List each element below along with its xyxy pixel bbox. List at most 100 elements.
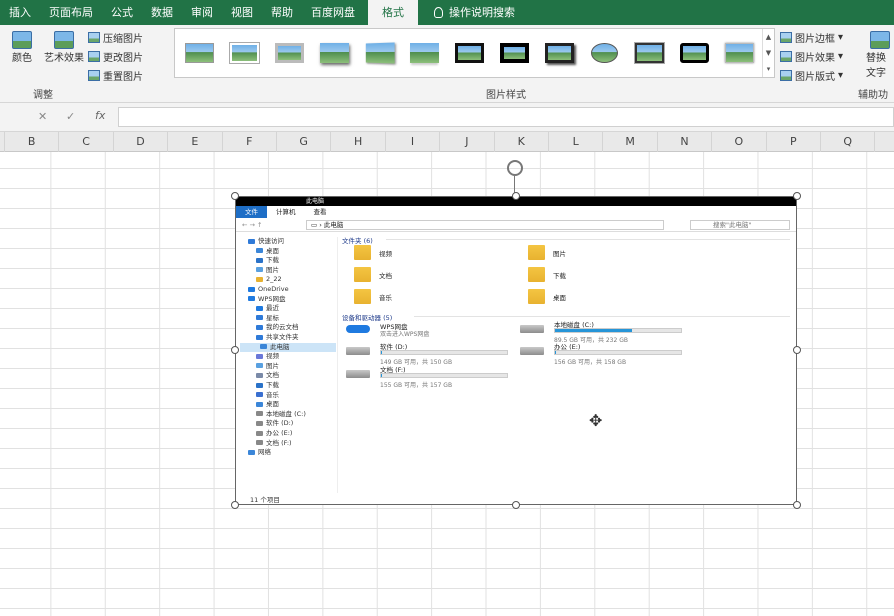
column-header-L[interactable]: L	[549, 132, 604, 152]
column-header-R[interactable]: R	[875, 132, 894, 152]
folder-item: 音乐	[354, 289, 392, 304]
nav-label: 图片	[266, 361, 279, 370]
drive-usage-fill	[555, 329, 632, 332]
column-header-B[interactable]: B	[5, 132, 60, 152]
picture-style-4[interactable]	[316, 40, 353, 67]
nav-item: 最近	[256, 304, 279, 313]
gallery-scroll[interactable]: ▲ ▼ ▾	[762, 29, 774, 77]
nav-label: 软件 (D:)	[266, 419, 294, 428]
picture-style-6[interactable]	[406, 40, 443, 67]
resize-handle[interactable]	[231, 192, 239, 200]
picture-style-8[interactable]	[496, 40, 533, 67]
column-header-O[interactable]: O	[712, 132, 767, 152]
folder-label: 下载	[553, 271, 566, 280]
alt-text-button[interactable]: 替换文字	[866, 31, 894, 79]
ribbon-tab-1[interactable]: 页面布局	[40, 0, 102, 25]
picture-style-2[interactable]	[226, 40, 263, 67]
enter-icon[interactable]: ✓	[66, 110, 75, 123]
scroll-down-icon[interactable]: ▼	[766, 49, 771, 57]
ribbon-tab-9[interactable]: 操作说明搜索	[422, 0, 524, 25]
picture-style-3[interactable]	[271, 40, 308, 67]
hard-drive-icon	[520, 347, 544, 355]
function-icon[interactable]: fx	[95, 109, 105, 122]
cloud-drive-icon	[346, 325, 370, 333]
resize-handle[interactable]	[231, 346, 239, 354]
nav-label: 快速访问	[258, 237, 284, 245]
column-header-J[interactable]: J	[440, 132, 495, 152]
resize-handle[interactable]	[793, 346, 801, 354]
column-header-G[interactable]: G	[277, 132, 332, 152]
tab-label: 帮助	[271, 6, 293, 19]
picture-style-11[interactable]	[631, 40, 668, 67]
artistic-effects-icon	[54, 31, 74, 49]
nav-label: 办公 (E:)	[266, 429, 293, 437]
cloud-icon	[248, 296, 255, 302]
column-header-K[interactable]: K	[495, 132, 549, 152]
picture-style-9[interactable]	[541, 40, 578, 67]
compress-pictures-button[interactable]: 压缩图片	[88, 30, 143, 45]
picture-style-5[interactable]	[361, 40, 398, 67]
cancel-icon[interactable]: ✕	[38, 110, 47, 123]
resize-handle[interactable]	[793, 501, 801, 509]
nav-label: OneDrive	[258, 285, 289, 293]
nav-item: 下载	[256, 256, 279, 265]
nav-label: 视频	[266, 352, 279, 361]
change-picture-button[interactable]: 更改图片	[88, 49, 143, 64]
column-header-N[interactable]: N	[658, 132, 713, 152]
ribbon-tab-7[interactable]: 百度网盘	[302, 0, 364, 25]
tab-label: 审阅	[191, 6, 213, 19]
folder-label: 文档	[379, 271, 392, 280]
ribbon-tab-0[interactable]: 插入	[0, 0, 40, 25]
picture-styles-gallery[interactable]: ▲ ▼ ▾	[174, 28, 775, 78]
resize-handle[interactable]	[793, 192, 801, 200]
drive-sub: 双击进入WPS网盘	[380, 331, 430, 338]
picture-layout-button[interactable]: 图片版式 ▾	[780, 68, 843, 83]
resize-handle[interactable]	[512, 501, 520, 509]
nav-item: 图片	[256, 362, 279, 371]
picture-style-1[interactable]	[181, 40, 218, 67]
nav-label: 下载	[266, 256, 279, 265]
ribbon-tab-3[interactable]: 数据	[142, 0, 182, 25]
column-header-C[interactable]: C	[59, 132, 114, 152]
explorer-status: 11 个项目	[250, 496, 280, 504]
nav-item: 网络	[248, 448, 271, 457]
formula-input[interactable]	[118, 107, 894, 127]
column-header-H[interactable]: H	[331, 132, 386, 152]
picture-style-10[interactable]	[586, 40, 623, 67]
picture-border-button[interactable]: 图片边框 ▾	[780, 30, 843, 45]
picture-style-7[interactable]	[451, 40, 488, 67]
column-header-D[interactable]: D	[114, 132, 169, 152]
nav-item: 文档 (F:)	[256, 439, 292, 448]
resize-handle[interactable]	[231, 501, 239, 509]
reset-picture-button[interactable]: 重置图片	[88, 68, 143, 83]
color-button[interactable]: 颜色	[12, 31, 32, 64]
reset-picture-icon	[88, 70, 100, 81]
resize-handle[interactable]	[512, 192, 520, 200]
column-header-E[interactable]: E	[168, 132, 223, 152]
ribbon-tab-8[interactable]: 格式	[368, 0, 418, 25]
nav-label: 图片	[266, 265, 279, 274]
column-header-M[interactable]: M	[603, 132, 658, 152]
pasted-picture[interactable]: 此电脑 文件 计算机 查看 ← → ↑ ▭ › 此电脑 搜索"此电脑" 快速访问 桌面…	[235, 196, 797, 505]
column-header-P[interactable]: P	[767, 132, 821, 152]
drive-item: 本地磁盘 (C:) 89.5 GB 可用，共 232 GB	[520, 319, 690, 344]
picture-effects-button[interactable]: 图片效果 ▾	[780, 49, 843, 64]
music-icon	[256, 392, 263, 398]
rotate-handle[interactable]	[507, 160, 523, 176]
ribbon-tab-4[interactable]: 审阅	[182, 0, 222, 25]
column-header-F[interactable]: F	[223, 132, 277, 152]
scroll-up-icon[interactable]: ▲	[766, 33, 771, 41]
nav-label: 我的云文档	[266, 323, 299, 332]
folder-label: 音乐	[379, 293, 392, 302]
alt-text-icon	[870, 31, 890, 49]
picture-style-13[interactable]	[721, 40, 758, 67]
picture-style-12[interactable]	[676, 40, 713, 67]
drive-item: 文档 (F:) 155 GB 可用，共 157 GB	[346, 364, 516, 389]
ribbon-tab-5[interactable]: 视图	[222, 0, 262, 25]
column-header-I[interactable]: I	[386, 132, 441, 152]
more-icon[interactable]: ▾	[767, 65, 771, 73]
ribbon-tab-2[interactable]: 公式	[102, 0, 142, 25]
column-header-Q[interactable]: Q	[821, 132, 876, 152]
ribbon-tab-6[interactable]: 帮助	[262, 0, 302, 25]
artistic-effects-button[interactable]: 艺术效果	[44, 31, 84, 64]
